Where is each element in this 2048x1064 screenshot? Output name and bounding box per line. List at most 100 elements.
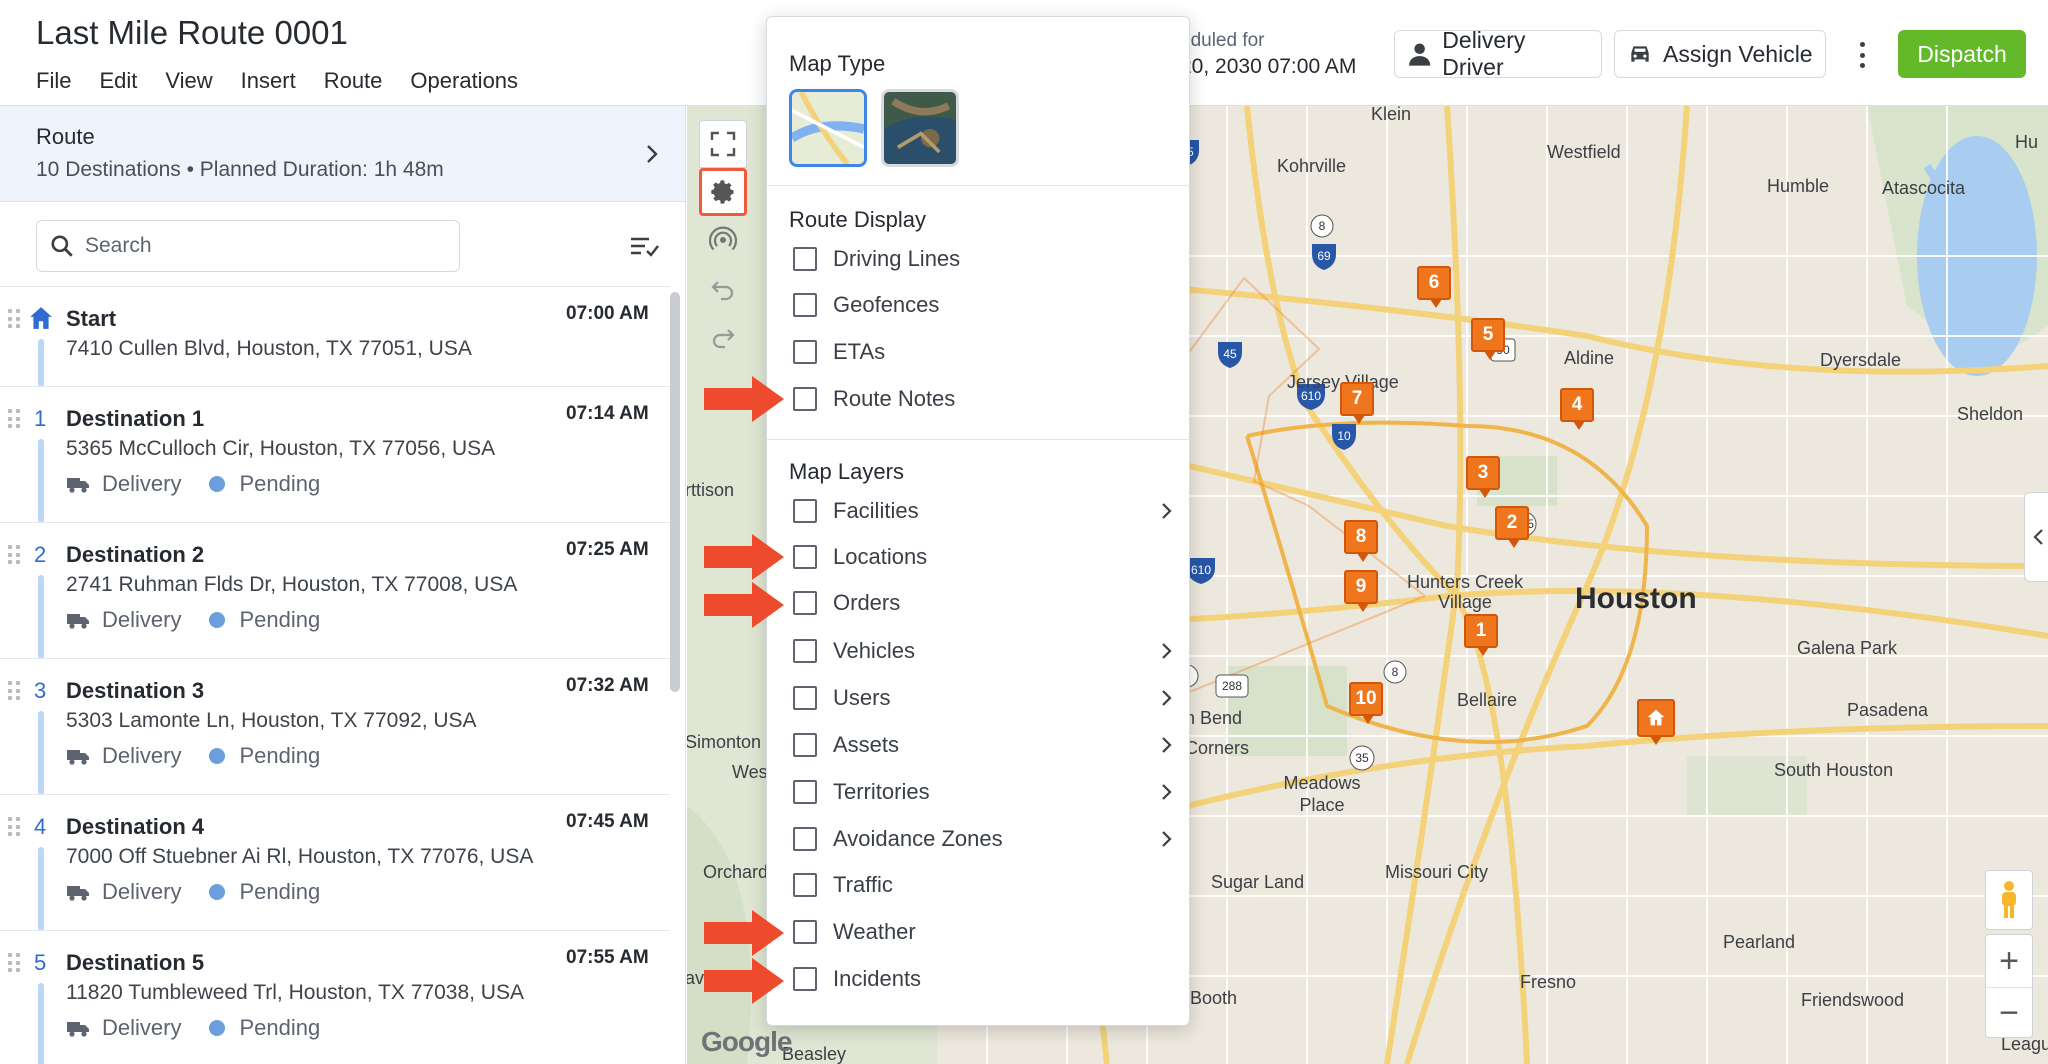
map-label: rttison: [687, 480, 735, 500]
stop-meta: Delivery Pending: [66, 607, 320, 633]
route-pin-3[interactable]: 3: [1466, 456, 1500, 498]
annotation-arrow-icon: [704, 958, 784, 1004]
checkbox[interactable]: [793, 639, 817, 663]
map-label: Corners: [1185, 738, 1250, 758]
option-incidents[interactable]: Incidents: [793, 961, 1173, 997]
stop-destination-5[interactable]: 5 Destination 5 07:55 AM 11820 Tumblewee…: [0, 930, 670, 1064]
checkbox[interactable]: [793, 340, 817, 364]
route-pin-1[interactable]: 1: [1464, 614, 1498, 656]
stop-destination-4[interactable]: 4 Destination 4 07:45 AM 7000 Off Stuebn…: [0, 794, 670, 931]
redo-button[interactable]: [699, 312, 747, 360]
route-pin-4[interactable]: 4: [1560, 388, 1594, 430]
option-facilities[interactable]: Facilities: [793, 493, 1173, 529]
menu-route[interactable]: Route: [324, 68, 383, 94]
search-box[interactable]: [36, 220, 460, 272]
checkbox[interactable]: [793, 247, 817, 271]
option-locations[interactable]: Locations: [793, 539, 1173, 575]
stop-destination-3[interactable]: 3 Destination 3 07:32 AM 5303 Lamonte Ln…: [0, 658, 670, 795]
drag-handle-icon[interactable]: [8, 817, 20, 837]
option-driving-lines[interactable]: Driving Lines: [793, 241, 1173, 277]
option-route-notes[interactable]: Route Notes: [793, 381, 1173, 417]
option-avoidance-zones[interactable]: Avoidance Zones: [793, 821, 1173, 857]
search-input[interactable]: [85, 234, 425, 258]
dispatch-button[interactable]: Dispatch: [1898, 30, 2026, 78]
menu-operations[interactable]: Operations: [410, 68, 518, 94]
zoom-out-button[interactable]: −: [1986, 987, 2032, 1039]
route-pin-7[interactable]: 7: [1340, 382, 1374, 424]
drag-handle-icon[interactable]: [8, 309, 20, 329]
list-scrollbar[interactable]: [670, 292, 680, 692]
menu-insert[interactable]: Insert: [241, 68, 296, 94]
stop-destination-1[interactable]: 1 Destination 1 07:14 AM 5365 McCulloch …: [0, 386, 670, 523]
sort-list-icon[interactable]: [628, 232, 660, 260]
route-summary[interactable]: Route 10 Destinations • Planned Duration…: [0, 106, 685, 202]
checkbox[interactable]: [793, 733, 817, 757]
menu-edit[interactable]: Edit: [99, 68, 137, 94]
stop-address: 11820 Tumbleweed Trl, Houston, TX 77038,…: [66, 981, 524, 1004]
google-attribution: Google: [701, 1026, 792, 1057]
expand-side-panel-button[interactable]: [2024, 492, 2048, 582]
map-label: Galena Park: [1797, 638, 1898, 658]
drag-handle-icon[interactable]: [8, 545, 20, 565]
route-pin-9[interactable]: 9: [1344, 570, 1378, 612]
checkbox[interactable]: [793, 591, 817, 615]
undo-button[interactable]: [699, 264, 747, 312]
route-pin-10[interactable]: 10: [1349, 682, 1383, 724]
gear-icon: [711, 180, 734, 204]
street-view-pegman[interactable]: [1985, 870, 2033, 930]
stop-address: 7000 Off Stuebner Ai Rl, Houston, TX 770…: [66, 845, 534, 868]
route-start-pin[interactable]: [1637, 699, 1675, 745]
map-settings-button[interactable]: [699, 168, 747, 216]
scheduled-date[interactable]: 20, 2030 07:00 AM: [1180, 54, 1356, 80]
option-label: Users: [833, 685, 891, 710]
stop-type: Delivery: [102, 607, 182, 632]
option-territories[interactable]: Territories: [793, 774, 1173, 810]
more-options-icon[interactable]: [1850, 38, 1874, 72]
option-users[interactable]: Users: [793, 680, 1173, 716]
drag-handle-icon[interactable]: [8, 953, 20, 973]
checkbox[interactable]: [793, 780, 817, 804]
option-label: Territories: [833, 779, 930, 804]
checkbox[interactable]: [793, 499, 817, 523]
checkbox[interactable]: [793, 293, 817, 317]
map-label: Missouri City: [1385, 862, 1489, 882]
map-type-roadmap[interactable]: [789, 89, 867, 167]
menu-file[interactable]: File: [36, 68, 71, 94]
option-etas[interactable]: ETAs: [793, 334, 1173, 370]
stop-connector: [38, 983, 44, 1064]
checkbox[interactable]: [793, 545, 817, 569]
stop-name: Destination 1: [66, 406, 205, 431]
checkbox[interactable]: [793, 827, 817, 851]
fullscreen-button[interactable]: [699, 120, 747, 168]
checkbox[interactable]: [793, 686, 817, 710]
route-pin-6[interactable]: 6: [1417, 266, 1451, 308]
menu-view[interactable]: View: [165, 68, 212, 94]
drag-handle-icon[interactable]: [8, 409, 20, 429]
assign-driver-button[interactable]: Delivery Driver: [1394, 27, 1602, 80]
stop-connector: [38, 439, 44, 523]
option-vehicles[interactable]: Vehicles: [793, 633, 1173, 669]
route-title[interactable]: Last Mile Route 0001: [36, 14, 348, 52]
option-label: Locations: [833, 544, 928, 569]
assign-vehicle-button[interactable]: Assign Vehicle: [1614, 30, 1826, 78]
map-type-satellite[interactable]: [881, 89, 959, 167]
checkbox[interactable]: [793, 873, 817, 897]
chevron-right-icon: [1162, 784, 1172, 800]
option-assets[interactable]: Assets: [793, 727, 1173, 763]
zoom-in-button[interactable]: +: [1986, 935, 2032, 987]
stop-destination-2[interactable]: 2 Destination 2 07:25 AM 2741 Ruhman Fld…: [0, 522, 670, 659]
route-pin-5[interactable]: 5: [1471, 318, 1505, 360]
option-traffic[interactable]: Traffic: [793, 867, 1173, 903]
option-orders[interactable]: Orders: [793, 585, 1173, 621]
option-weather[interactable]: Weather: [793, 914, 1173, 950]
map-broadcast-button[interactable]: [699, 216, 747, 264]
drag-handle-icon[interactable]: [8, 681, 20, 701]
checkbox[interactable]: [793, 920, 817, 944]
delivery-truck-icon: [67, 886, 89, 901]
route-pin-8[interactable]: 8: [1344, 520, 1378, 562]
checkbox[interactable]: [793, 967, 817, 991]
checkbox[interactable]: [793, 387, 817, 411]
option-geofences[interactable]: Geofences: [793, 287, 1173, 323]
stop-start[interactable]: Start 07:00 AM 7410 Cullen Blvd, Houston…: [0, 286, 670, 387]
route-pin-2[interactable]: 2: [1495, 506, 1529, 548]
